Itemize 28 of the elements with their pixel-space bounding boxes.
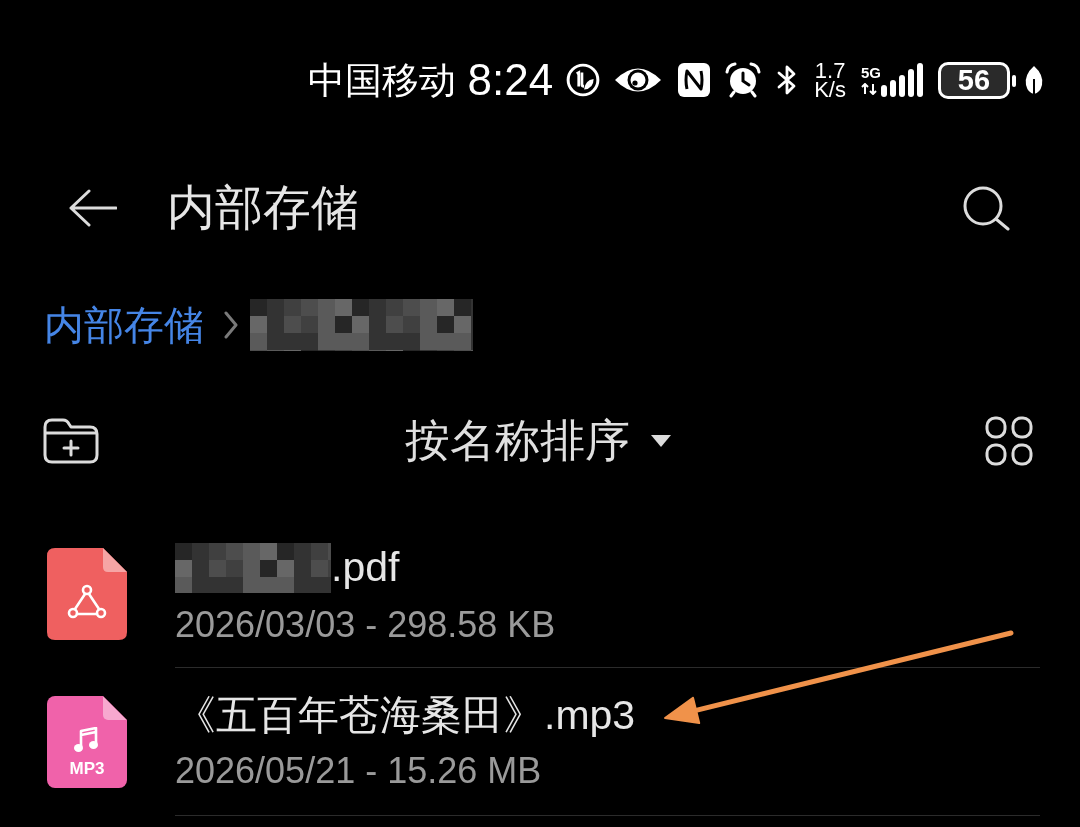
network-type: 5G <box>861 65 881 80</box>
data-arrows-icon <box>861 83 877 95</box>
search-icon[interactable] <box>962 185 1010 231</box>
battery-percent: 56 <box>957 65 991 95</box>
nfc-icon <box>678 63 711 97</box>
leaf-icon <box>1024 65 1044 95</box>
music-note-icon <box>74 727 100 753</box>
alarm-clock-icon <box>725 62 762 98</box>
chevron-icon <box>224 311 238 339</box>
carrier-name: 中国移动 <box>307 61 456 99</box>
sort-dropdown[interactable]: 按名称排序 <box>404 414 672 468</box>
circle-leaf-icon <box>566 63 601 97</box>
status-time: 8:24 <box>467 58 554 102</box>
file-details: 2026/03/03 - 298.58 KB <box>175 604 557 645</box>
file-name: .pdf <box>331 544 400 592</box>
network-speed-value: 1.7 <box>814 61 846 80</box>
new-folder-icon[interactable] <box>43 418 99 464</box>
breadcrumb-link[interactable]: 内部存储 <box>44 301 204 349</box>
pdf-file-icon <box>47 548 127 640</box>
signal-bars-icon <box>881 63 925 97</box>
caret-icon <box>649 434 672 448</box>
file-name: 《五百年苍海桑田》.mp3 <box>175 692 636 740</box>
grid-view-icon[interactable] <box>985 416 1033 466</box>
file-type-label: MP3 <box>69 760 105 777</box>
back-arrow-icon[interactable] <box>67 188 117 228</box>
page-title: 内部存储 <box>167 180 359 237</box>
network-speed-unit: K/s <box>814 80 846 99</box>
file-details: 2026/05/21 - 15.26 MB <box>175 751 543 791</box>
